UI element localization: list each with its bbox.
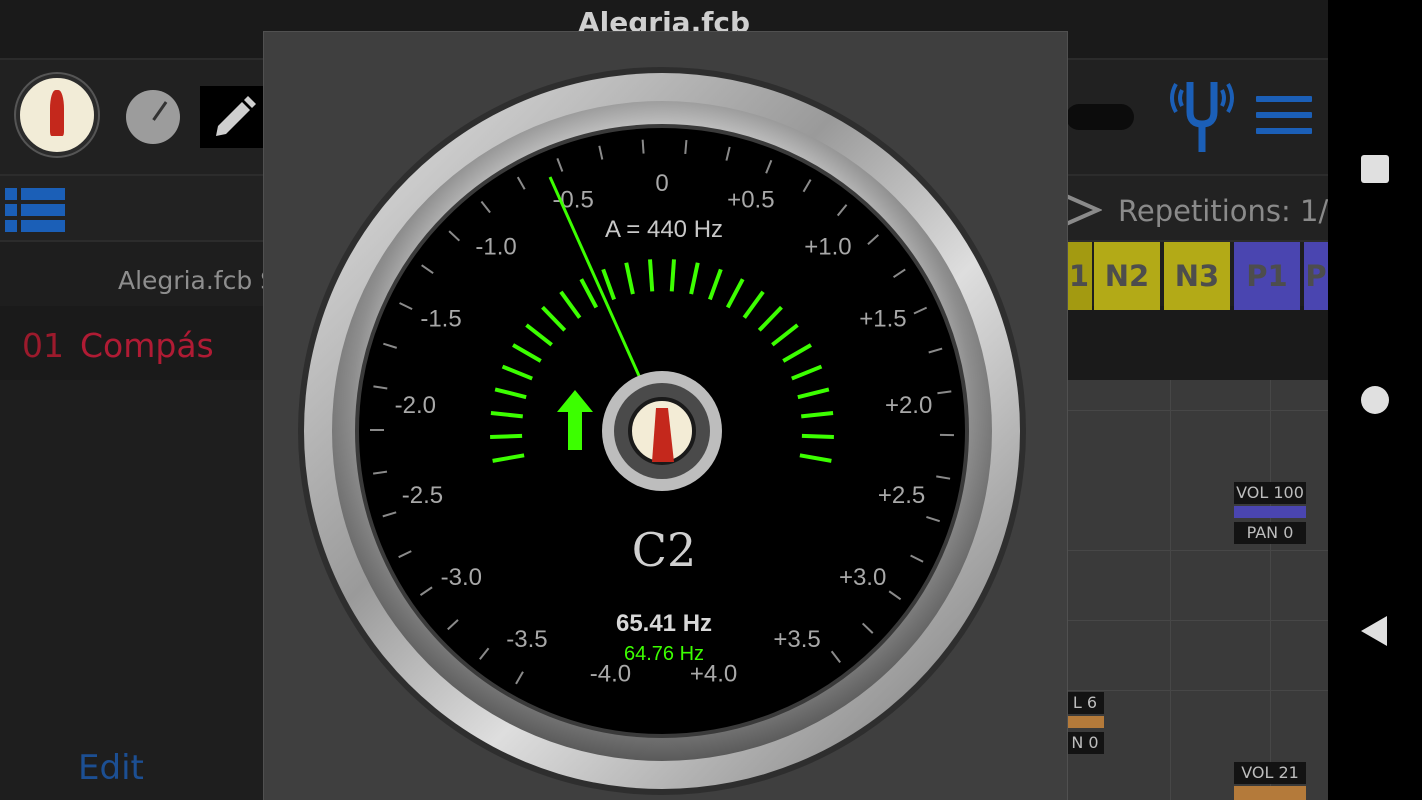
tuning-fork-icon[interactable] xyxy=(1164,76,1240,154)
list-view-icon[interactable] xyxy=(5,186,65,234)
gauge-label-minus: -3.5 xyxy=(506,626,547,653)
tuner-dialog[interactable]: 0 +0.5 +1.0 +1.5 +2.0 +2.5 +3.0 +3.5 +4.0 -0.5 -1.… xyxy=(263,31,1068,800)
flamenco-clock-logo[interactable] xyxy=(16,74,98,156)
tuner-gauge: 0+0.5+1.0+1.5+2.0+2.5+3.0+3.5+4.0-0.5-1.… xyxy=(298,67,1026,795)
dancer-figure xyxy=(50,90,64,136)
gauge-label-plus: +1.5 xyxy=(859,305,906,332)
detected-frequency: 64.76 Hz xyxy=(624,643,704,665)
square-recent-apps-icon[interactable] xyxy=(1361,155,1389,183)
gauge-label-minus: -1.5 xyxy=(420,305,461,332)
grid-line xyxy=(1066,550,1328,551)
gauge-label-plus: +1.0 xyxy=(804,234,851,261)
pan-label: PAN 0 xyxy=(1234,522,1306,544)
green-tick-mark xyxy=(669,259,676,292)
note-name: C2 xyxy=(632,523,696,577)
gauge-label-minus: -3.0 xyxy=(441,564,482,591)
pencil-icon[interactable] xyxy=(200,86,264,148)
gauge-label-plus: +2.5 xyxy=(878,482,925,509)
target-frequency: 65.41 Hz xyxy=(616,610,712,637)
grid-line xyxy=(1066,620,1328,621)
grid-line xyxy=(1066,410,1328,411)
gauge-label-minus: -2.5 xyxy=(402,482,443,509)
repetitions-label: Repetitions: 1/1 xyxy=(1118,194,1328,228)
song-subtitle: Alegria.fcb S xyxy=(118,266,277,295)
track-button-p1[interactable]: P1 xyxy=(1234,242,1300,310)
track-button-1[interactable]: 1 xyxy=(1066,242,1092,310)
tempo-knob-icon[interactable] xyxy=(126,90,180,144)
green-tick-mark xyxy=(801,433,834,440)
green-tick-mark xyxy=(648,259,655,292)
track-button-n3[interactable]: N3 xyxy=(1164,242,1230,310)
grid-line xyxy=(1270,380,1271,800)
grid-line xyxy=(1170,380,1171,800)
volume-label: L 6 xyxy=(1066,692,1104,714)
volume-bar xyxy=(1234,506,1306,518)
green-tick-mark xyxy=(490,433,523,440)
edit-button[interactable]: Edit xyxy=(78,748,144,788)
grid-line xyxy=(1066,690,1328,691)
timeline-grid[interactable]: VOL 100 PAN 0 L 6 N 0 VOL 21 xyxy=(1066,380,1328,800)
tick-mark xyxy=(641,139,645,154)
pan-label: N 0 xyxy=(1066,732,1104,754)
knob-needle xyxy=(152,101,168,121)
reference-pitch: A = 440 Hz xyxy=(605,216,723,243)
circle-home-icon[interactable] xyxy=(1361,386,1389,414)
gauge-label-plus: +3.5 xyxy=(773,626,820,653)
triangle-back-icon[interactable] xyxy=(1359,614,1389,648)
volume-bar xyxy=(1066,716,1104,728)
volume-label: VOL 100 xyxy=(1234,482,1306,504)
section-number: 01 xyxy=(22,326,64,365)
volume-label: VOL 21 xyxy=(1234,762,1306,784)
volume-bar xyxy=(1234,786,1306,800)
gauge-label-zero: 0 xyxy=(655,170,668,197)
hamburger-menu-icon[interactable] xyxy=(1256,96,1312,136)
play-icon[interactable] xyxy=(1062,192,1103,228)
track-button-n2[interactable]: N2 xyxy=(1094,242,1160,310)
progress-bar xyxy=(1066,104,1134,130)
gauge-label-minus: -2.0 xyxy=(395,392,436,419)
system-nav-bar xyxy=(1328,0,1422,800)
app-screen: Alegria.fcb Repetitions: 1/1 Alegria.fcb… xyxy=(0,0,1328,800)
tick-mark xyxy=(684,139,688,155)
gauge-label-plus: +3.0 xyxy=(839,564,886,591)
track-button-p[interactable]: P xyxy=(1304,242,1328,310)
gauge-label-minus: -1.0 xyxy=(475,234,516,261)
gauge-label-plus: +2.0 xyxy=(885,392,932,419)
section-name: Compás xyxy=(80,326,214,365)
gauge-label-plus: +0.5 xyxy=(727,186,774,213)
